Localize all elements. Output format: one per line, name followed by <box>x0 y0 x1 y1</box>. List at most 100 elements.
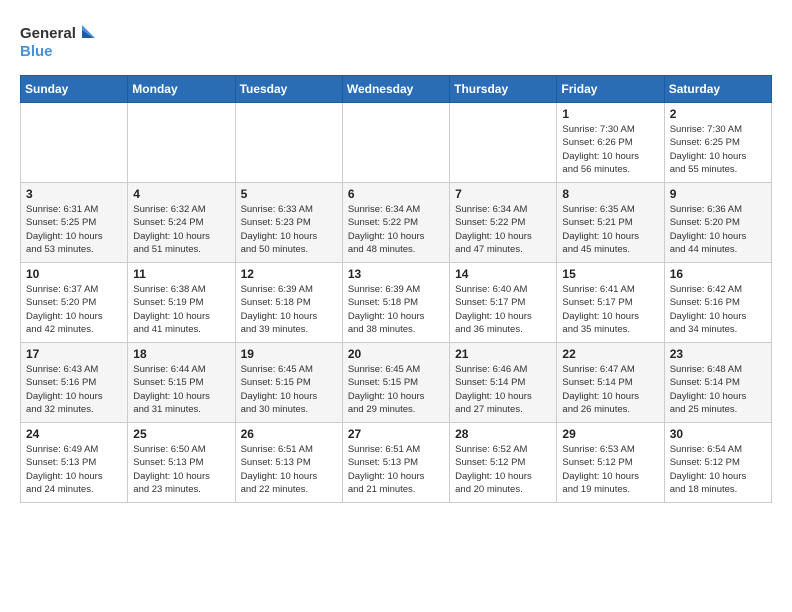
day-cell: 7 Sunrise: 6:34 AMSunset: 5:22 PMDaylight… <box>450 183 557 263</box>
day-cell: 26 Sunrise: 6:51 AMSunset: 5:13 PMDayligh… <box>235 423 342 503</box>
day-info: Sunrise: 6:52 AMSunset: 5:12 PMDaylight:… <box>455 443 551 496</box>
day-number: 14 <box>455 267 551 281</box>
week-row-5: 24 Sunrise: 6:49 AMSunset: 5:13 PMDayligh… <box>21 423 772 503</box>
day-number: 29 <box>562 427 658 441</box>
day-info: Sunrise: 6:48 AMSunset: 5:14 PMDaylight:… <box>670 363 766 416</box>
day-info: Sunrise: 6:34 AMSunset: 5:22 PMDaylight:… <box>348 203 444 256</box>
day-header-monday: Monday <box>128 76 235 103</box>
day-cell: 10 Sunrise: 6:37 AMSunset: 5:20 PMDayligh… <box>21 263 128 343</box>
day-info: Sunrise: 6:44 AMSunset: 5:15 PMDaylight:… <box>133 363 229 416</box>
day-number: 3 <box>26 187 122 201</box>
day-cell: 1 Sunrise: 7:30 AMSunset: 6:26 PMDaylight… <box>557 103 664 183</box>
day-number: 13 <box>348 267 444 281</box>
day-cell: 3 Sunrise: 6:31 AMSunset: 5:25 PMDaylight… <box>21 183 128 263</box>
day-header-row: SundayMondayTuesdayWednesdayThursdayFrid… <box>21 76 772 103</box>
day-number: 6 <box>348 187 444 201</box>
day-cell: 18 Sunrise: 6:44 AMSunset: 5:15 PMDayligh… <box>128 343 235 423</box>
day-cell: 16 Sunrise: 6:42 AMSunset: 5:16 PMDayligh… <box>664 263 771 343</box>
day-cell: 25 Sunrise: 6:50 AMSunset: 5:13 PMDayligh… <box>128 423 235 503</box>
day-cell: 29 Sunrise: 6:53 AMSunset: 5:12 PMDayligh… <box>557 423 664 503</box>
day-info: Sunrise: 6:42 AMSunset: 5:16 PMDaylight:… <box>670 283 766 336</box>
week-row-4: 17Sunrise: 6:43 AMSunset: 5:16 PMDayligh… <box>21 343 772 423</box>
day-number: 24 <box>26 427 122 441</box>
day-number: 23 <box>670 347 766 361</box>
page-header: General Blue <box>20 20 772 65</box>
day-info: Sunrise: 7:30 AMSunset: 6:26 PMDaylight:… <box>562 123 658 176</box>
day-info: Sunrise: 6:39 AMSunset: 5:18 PMDaylight:… <box>348 283 444 336</box>
day-cell: 12 Sunrise: 6:39 AMSunset: 5:18 PMDayligh… <box>235 263 342 343</box>
day-cell: 27Sunrise: 6:51 AMSunset: 5:13 PMDayligh… <box>342 423 449 503</box>
day-cell: 28 Sunrise: 6:52 AMSunset: 5:12 PMDayligh… <box>450 423 557 503</box>
logo: General Blue <box>20 20 100 65</box>
day-cell <box>235 103 342 183</box>
day-info: Sunrise: 6:51 AMSunset: 5:13 PMDaylight:… <box>348 443 444 496</box>
day-cell: 11Sunrise: 6:38 AMSunset: 5:19 PMDayligh… <box>128 263 235 343</box>
day-number: 10 <box>26 267 122 281</box>
day-number: 7 <box>455 187 551 201</box>
day-cell: 8Sunrise: 6:35 AMSunset: 5:21 PMDaylight… <box>557 183 664 263</box>
day-header-sunday: Sunday <box>21 76 128 103</box>
logo-icon: General Blue <box>20 20 100 65</box>
day-number: 11 <box>133 267 229 281</box>
day-number: 12 <box>241 267 337 281</box>
day-cell: 17Sunrise: 6:43 AMSunset: 5:16 PMDayligh… <box>21 343 128 423</box>
day-number: 25 <box>133 427 229 441</box>
day-number: 1 <box>562 107 658 121</box>
day-cell: 2 Sunrise: 7:30 AMSunset: 6:25 PMDaylight… <box>664 103 771 183</box>
day-number: 16 <box>670 267 766 281</box>
day-number: 2 <box>670 107 766 121</box>
day-info: Sunrise: 6:51 AMSunset: 5:13 PMDaylight:… <box>241 443 337 496</box>
day-info: Sunrise: 6:53 AMSunset: 5:12 PMDaylight:… <box>562 443 658 496</box>
day-cell: 9 Sunrise: 6:36 AMSunset: 5:20 PMDaylight… <box>664 183 771 263</box>
day-info: Sunrise: 6:49 AMSunset: 5:13 PMDaylight:… <box>26 443 122 496</box>
day-info: Sunrise: 6:47 AMSunset: 5:14 PMDaylight:… <box>562 363 658 416</box>
day-header-wednesday: Wednesday <box>342 76 449 103</box>
day-number: 18 <box>133 347 229 361</box>
day-header-thursday: Thursday <box>450 76 557 103</box>
day-number: 5 <box>241 187 337 201</box>
day-info: Sunrise: 6:40 AMSunset: 5:17 PMDaylight:… <box>455 283 551 336</box>
day-info: Sunrise: 6:54 AMSunset: 5:12 PMDaylight:… <box>670 443 766 496</box>
day-header-friday: Friday <box>557 76 664 103</box>
svg-text:Blue: Blue <box>20 43 53 60</box>
day-info: Sunrise: 6:31 AMSunset: 5:25 PMDaylight:… <box>26 203 122 256</box>
day-info: Sunrise: 6:45 AMSunset: 5:15 PMDaylight:… <box>348 363 444 416</box>
day-info: Sunrise: 6:35 AMSunset: 5:21 PMDaylight:… <box>562 203 658 256</box>
day-info: Sunrise: 6:39 AMSunset: 5:18 PMDaylight:… <box>241 283 337 336</box>
svg-text:General: General <box>20 25 76 42</box>
day-number: 19 <box>241 347 337 361</box>
day-cell <box>342 103 449 183</box>
day-cell <box>21 103 128 183</box>
day-info: Sunrise: 6:46 AMSunset: 5:14 PMDaylight:… <box>455 363 551 416</box>
day-info: Sunrise: 6:43 AMSunset: 5:16 PMDaylight:… <box>26 363 122 416</box>
day-number: 20 <box>348 347 444 361</box>
day-cell: 4 Sunrise: 6:32 AMSunset: 5:24 PMDaylight… <box>128 183 235 263</box>
day-header-tuesday: Tuesday <box>235 76 342 103</box>
day-number: 4 <box>133 187 229 201</box>
week-row-3: 10 Sunrise: 6:37 AMSunset: 5:20 PMDayligh… <box>21 263 772 343</box>
day-info: Sunrise: 6:33 AMSunset: 5:23 PMDaylight:… <box>241 203 337 256</box>
day-cell <box>128 103 235 183</box>
day-info: Sunrise: 6:50 AMSunset: 5:13 PMDaylight:… <box>133 443 229 496</box>
day-info: Sunrise: 6:32 AMSunset: 5:24 PMDaylight:… <box>133 203 229 256</box>
day-number: 26 <box>241 427 337 441</box>
day-info: Sunrise: 6:36 AMSunset: 5:20 PMDaylight:… <box>670 203 766 256</box>
day-cell: 5 Sunrise: 6:33 AMSunset: 5:23 PMDaylight… <box>235 183 342 263</box>
day-cell: 21Sunrise: 6:46 AMSunset: 5:14 PMDayligh… <box>450 343 557 423</box>
week-row-1: 1 Sunrise: 7:30 AMSunset: 6:26 PMDaylight… <box>21 103 772 183</box>
day-cell: 13 Sunrise: 6:39 AMSunset: 5:18 PMDayligh… <box>342 263 449 343</box>
day-number: 30 <box>670 427 766 441</box>
day-info: Sunrise: 6:37 AMSunset: 5:20 PMDaylight:… <box>26 283 122 336</box>
week-row-2: 3 Sunrise: 6:31 AMSunset: 5:25 PMDaylight… <box>21 183 772 263</box>
day-cell: 30 Sunrise: 6:54 AMSunset: 5:12 PMDayligh… <box>664 423 771 503</box>
day-cell: 23 Sunrise: 6:48 AMSunset: 5:14 PMDayligh… <box>664 343 771 423</box>
day-cell: 19 Sunrise: 6:45 AMSunset: 5:15 PMDayligh… <box>235 343 342 423</box>
day-info: Sunrise: 6:34 AMSunset: 5:22 PMDaylight:… <box>455 203 551 256</box>
day-info: Sunrise: 6:41 AMSunset: 5:17 PMDaylight:… <box>562 283 658 336</box>
day-number: 9 <box>670 187 766 201</box>
day-info: Sunrise: 7:30 AMSunset: 6:25 PMDaylight:… <box>670 123 766 176</box>
day-info: Sunrise: 6:45 AMSunset: 5:15 PMDaylight:… <box>241 363 337 416</box>
day-number: 28 <box>455 427 551 441</box>
calendar-table: SundayMondayTuesdayWednesdayThursdayFrid… <box>20 75 772 503</box>
day-cell: 24 Sunrise: 6:49 AMSunset: 5:13 PMDayligh… <box>21 423 128 503</box>
